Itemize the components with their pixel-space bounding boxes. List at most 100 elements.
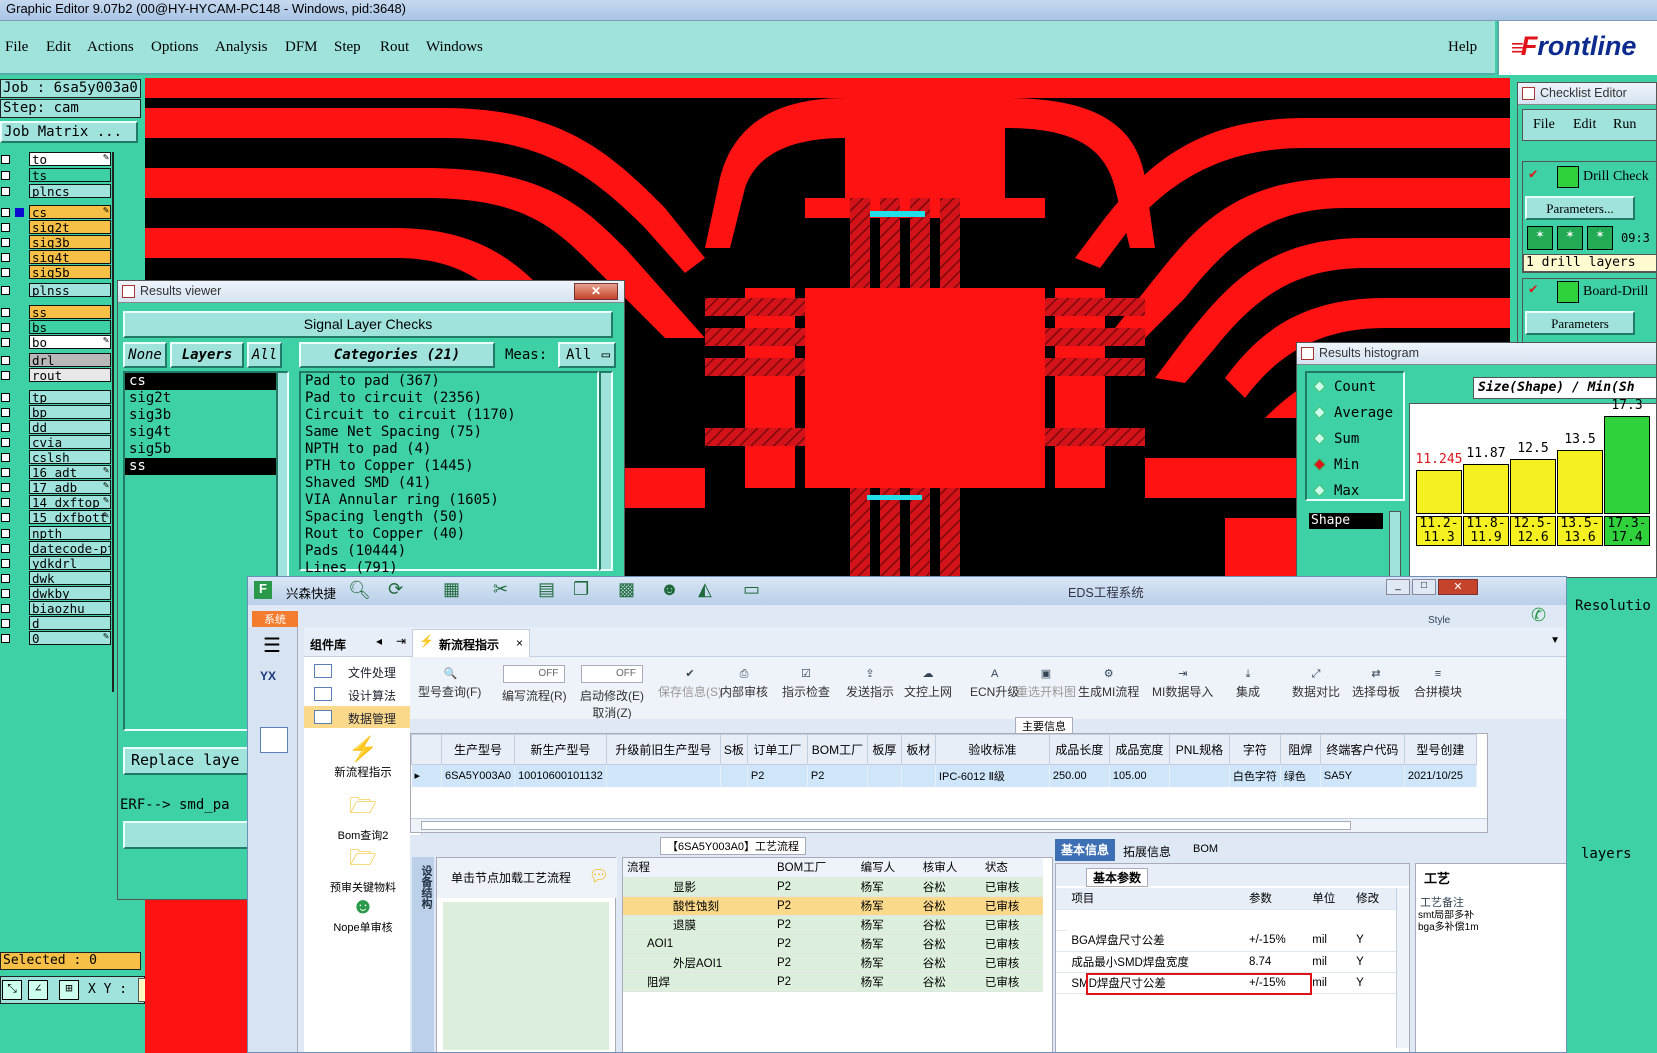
layer-name[interactable]: cvia: [29, 435, 111, 449]
shape-list-item[interactable]: Shape: [1309, 513, 1383, 529]
toolbar-2[interactable]: OFF 启动修改(E) 取消(Z): [580, 657, 644, 721]
grid-header-cell[interactable]: 板材: [900, 734, 936, 765]
option-average[interactable]: Average: [1313, 405, 1393, 421]
check-icon[interactable]: ✔: [1529, 281, 1537, 297]
menu-actions[interactable]: Actions: [87, 39, 134, 56]
param-cell[interactable]: 8.74: [1244, 951, 1309, 973]
param-cell[interactable]: mil: [1308, 930, 1353, 952]
layer-row[interactable]: dd: [0, 420, 114, 435]
param-header-cell[interactable]: 单位: [1308, 888, 1353, 910]
layer-row[interactable]: to ✎: [0, 152, 114, 167]
menu-edit[interactable]: Edit: [46, 39, 71, 56]
shortcut-key-materials[interactable]: 🗁 预审关键物料: [304, 841, 422, 895]
process-cell[interactable]: P2: [773, 953, 857, 973]
grid-header-cell[interactable]: 成品长度: [1048, 734, 1110, 765]
param-scrollbar[interactable]: [1396, 888, 1409, 1048]
layer-checkbox[interactable]: [1, 155, 10, 164]
grid-icon[interactable]: ⊞: [59, 980, 79, 1000]
category-item[interactable]: PTH to Copper (1445): [301, 458, 597, 475]
menu-help[interactable]: Help: [1448, 39, 1477, 56]
param-cell[interactable]: mil: [1308, 972, 1353, 994]
layer-checkbox[interactable]: [1, 574, 10, 583]
process-cell[interactable]: 谷松: [918, 915, 981, 935]
run-icon[interactable]: ✶: [1527, 226, 1553, 250]
process-cell[interactable]: 谷松: [918, 934, 981, 954]
style-label[interactable]: Style: [1428, 615, 1450, 626]
layer-name[interactable]: ydkdrl: [29, 556, 111, 570]
toolbar-4[interactable]: ⎙ 内部审核: [720, 657, 768, 700]
menu-dfm[interactable]: DFM: [285, 39, 318, 56]
layer-checkbox[interactable]: [1, 208, 10, 217]
toolbar-3[interactable]: ✔ 保存信息(S): [658, 657, 722, 700]
process-cell[interactable]: 杨军: [856, 896, 919, 916]
run-sel-icon[interactable]: ✶: [1587, 226, 1613, 250]
layer-row[interactable]: cs ✎: [0, 205, 114, 220]
layer-result-item[interactable]: sig2t: [125, 390, 276, 407]
layer-name[interactable]: rout: [29, 368, 111, 382]
layer-result-item[interactable]: cs: [125, 373, 276, 390]
nav-file-processing[interactable]: 文件处理: [304, 660, 414, 682]
process-cell[interactable]: 杨军: [856, 915, 919, 935]
board-drill-label[interactable]: Board-Drill: [1583, 284, 1648, 300]
layer-row[interactable]: ts: [0, 168, 114, 183]
process-cell[interactable]: 杨军: [856, 877, 919, 897]
layer-row[interactable]: bo ✎: [0, 335, 114, 350]
grid-header-cell[interactable]: BOM工厂: [806, 734, 868, 765]
toolbar-5[interactable]: ☑ 指示检查: [782, 657, 830, 700]
process-row[interactable]: AOI1 P2 杨军 谷松 已审核: [623, 934, 1043, 954]
layer-row[interactable]: d: [0, 616, 114, 631]
close-icon[interactable]: ✕: [1438, 579, 1478, 595]
toggle-switch[interactable]: OFF: [503, 665, 566, 683]
process-name[interactable]: AOI1: [623, 934, 773, 954]
grid-cell[interactable]: 绿色: [1280, 764, 1321, 787]
run-all-icon[interactable]: ✶: [1557, 226, 1583, 250]
toolbar-14[interactable]: ⇄ 选择母板: [1352, 657, 1400, 700]
histogram-bar[interactable]: [1557, 450, 1603, 514]
chart-icon[interactable]: ◭: [698, 579, 712, 600]
process-cell[interactable]: 谷松: [918, 896, 981, 916]
layer-row[interactable]: tp: [0, 390, 114, 405]
layer-name[interactable]: bo: [29, 335, 111, 349]
close-tab-icon[interactable]: ×: [516, 636, 523, 650]
process-cell[interactable]: 已审核: [980, 896, 1043, 916]
layer-name[interactable]: dwkby: [29, 586, 111, 600]
layer-checkbox[interactable]: [1, 498, 10, 507]
check-icon[interactable]: ✔: [1529, 166, 1537, 182]
grid-header-cell[interactable]: S板: [719, 734, 748, 765]
toolbar-11[interactable]: ⇥ MI数据导入: [1152, 657, 1213, 700]
layer-checkbox[interactable]: [1, 513, 10, 522]
minimize-icon[interactable]: _: [1386, 579, 1410, 595]
grid-header-cell[interactable]: 字符: [1228, 734, 1281, 765]
menu-file[interactable]: File: [5, 39, 28, 56]
process-name[interactable]: 显影: [623, 877, 773, 897]
refresh-icon[interactable]: ⟳: [388, 579, 403, 600]
process-row[interactable]: 显影 P2 杨军 谷松 已审核: [623, 877, 1043, 897]
grid-cell[interactable]: [606, 764, 721, 787]
layer-name[interactable]: cs: [29, 205, 111, 219]
option-min[interactable]: Min: [1313, 457, 1359, 473]
shortcut-bom-query[interactable]: 🗁 Bom查询2: [304, 789, 422, 843]
job-matrix-button[interactable]: Job Matrix ...: [0, 121, 138, 143]
table-icon[interactable]: ▦: [443, 579, 460, 600]
toolbar-12[interactable]: ⤓ 集成: [1236, 657, 1260, 700]
layer-name[interactable]: sig5b: [29, 265, 111, 279]
param-header-cell[interactable]: 项目: [1067, 888, 1245, 910]
layer-row[interactable]: 16_adt ✎: [0, 465, 114, 480]
grid-header-cell[interactable]: PNL规格: [1168, 734, 1230, 765]
param-cell[interactable]: Y: [1352, 930, 1396, 952]
model-grid[interactable]: 生产型号 新生产型号 升级前旧生产型号 S板 订单工厂 BOM工厂 板厚 板材 验收标准 成品长度…: [410, 733, 1488, 833]
grid-cell[interactable]: IPC-6012 Ⅱ级: [935, 764, 1050, 787]
menu-analysis[interactable]: Analysis: [215, 39, 268, 56]
option-max[interactable]: Max: [1313, 483, 1359, 499]
layer-checkbox[interactable]: [1, 423, 10, 432]
monitor-icon[interactable]: ▭: [743, 579, 760, 600]
layer-row[interactable]: dwk: [0, 571, 114, 586]
param-cell[interactable]: +/-15%: [1244, 930, 1309, 952]
layer-row[interactable]: plncs: [0, 184, 114, 199]
option-count[interactable]: Count: [1313, 379, 1376, 395]
grid-header-cell[interactable]: 板厚: [866, 734, 902, 765]
histogram-bar[interactable]: [1416, 470, 1462, 514]
measure-icon[interactable]: ∠: [28, 980, 48, 1000]
layer-row[interactable]: bs: [0, 320, 114, 335]
process-header-cell[interactable]: 核审人: [918, 858, 981, 878]
